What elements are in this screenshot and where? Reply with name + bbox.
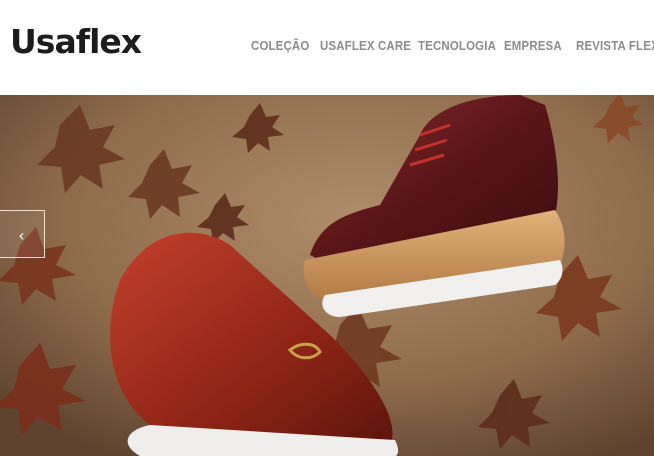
hero-image [0, 95, 654, 456]
nav-item-usaflex-care[interactable]: USAFLEX CARE [320, 38, 411, 53]
nav-item-tecnologia[interactable]: TECNOLOGIA [418, 38, 496, 53]
nav-item-revista-flex[interactable]: REVISTA FLEX [576, 38, 654, 53]
carousel-prev-button[interactable]: ‹ [0, 210, 45, 258]
chevron-left-icon: ‹ [18, 225, 25, 245]
nav-item-empresa[interactable]: EMPRESA [504, 38, 562, 53]
site-header: Usaflex COLEÇÃO USAFLEX CARE TECNOLOGIA … [0, 0, 654, 95]
main-nav: COLEÇÃO USAFLEX CARE TECNOLOGIA EMPRESA … [0, 38, 654, 54]
hero-banner: ‹ [0, 95, 654, 456]
nav-item-colecao[interactable]: COLEÇÃO [251, 38, 309, 53]
